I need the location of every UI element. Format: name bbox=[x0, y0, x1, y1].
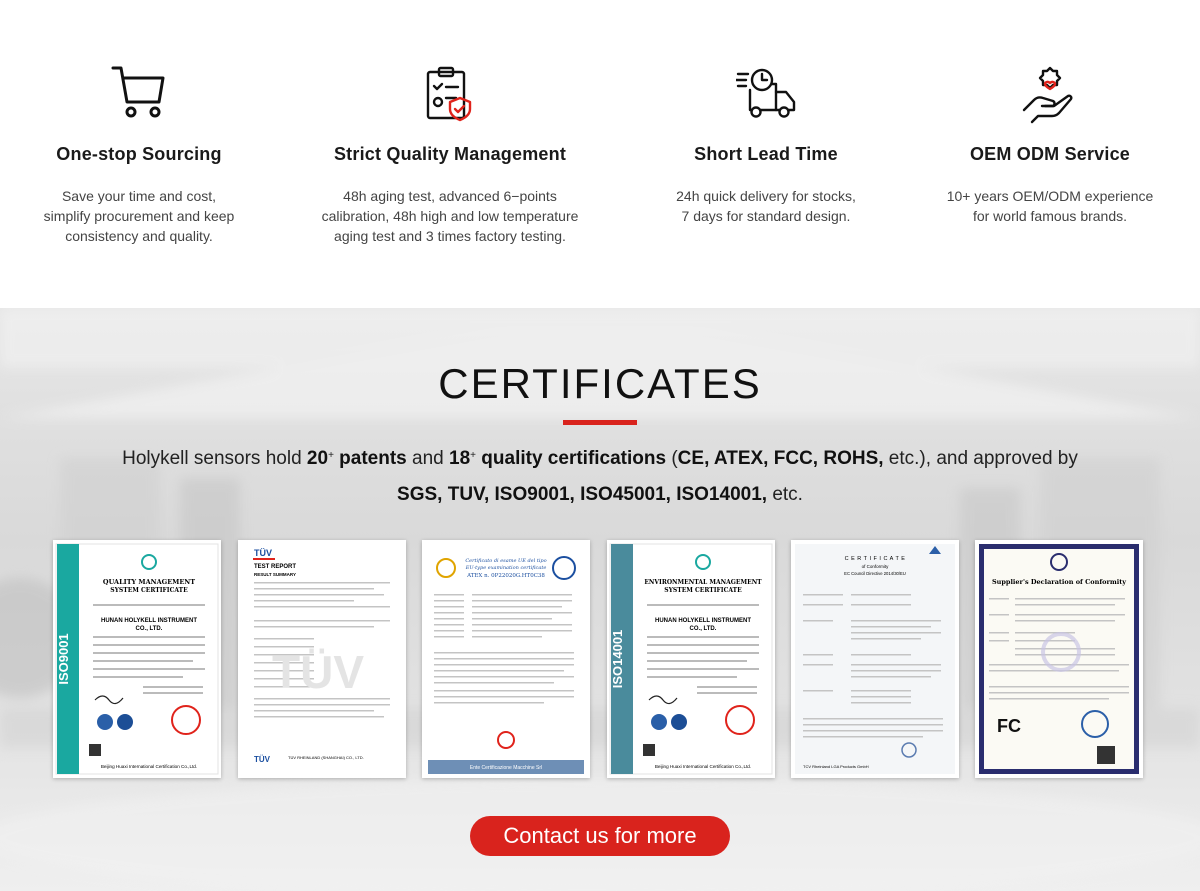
certificate-iso9001[interactable]: ISO9001 QUALITY MANAGEMENT SYSTEM CERTIF… bbox=[53, 540, 221, 778]
feature-line: aging test and 3 times factory testing. bbox=[334, 228, 566, 244]
iso14001-side-label: ISO14001 bbox=[610, 630, 625, 689]
cert-footer: Beijing Huaxi International Certificatio… bbox=[101, 764, 197, 769]
cert-heading: EU-type examination certificate bbox=[465, 565, 547, 571]
title-underline bbox=[563, 420, 637, 425]
feature-line: 10+ years OEM/ODM experience bbox=[946, 188, 1154, 204]
shopping-cart-icon bbox=[109, 64, 169, 124]
cert-heading: QUALITY MANAGEMENT bbox=[103, 578, 195, 586]
certificate-atex[interactable]: Certificato di esame UE del tipo EU-type… bbox=[422, 540, 590, 778]
cert-heading: C E R T I F I C A T E bbox=[845, 556, 906, 562]
feature-line: simplify procurement and keep bbox=[43, 208, 235, 224]
feature-line: 24h quick delivery for stocks, bbox=[676, 188, 856, 204]
feature-line: 7 days for standard design. bbox=[681, 208, 851, 224]
feature-line: 48h aging test, advanced 6−points bbox=[343, 188, 557, 204]
certificate-tuv-report[interactable]: TÜV TEST REPORT RESULT SUMMARY TÜV TÜV T… bbox=[238, 540, 406, 778]
iso9001-side-label: ISO9001 bbox=[56, 633, 71, 684]
cert-heading: Certificato di esame UE del tipo bbox=[465, 558, 546, 564]
tuv-logo: TÜV bbox=[254, 548, 272, 558]
feature-line: for world famous brands. bbox=[972, 208, 1128, 224]
cert-company: HUNAN HOLYKELL INSTRUMENT bbox=[101, 618, 197, 624]
cert-footer: Ente Certificazione Macchine Srl bbox=[470, 765, 542, 771]
hand-gear-icon bbox=[1020, 64, 1080, 124]
delivery-truck-icon bbox=[736, 64, 796, 124]
contact-us-button[interactable]: Contact us for more bbox=[470, 816, 730, 856]
fcc-logo: FC bbox=[997, 716, 1021, 736]
feature-title: OEM ODM Service bbox=[969, 144, 1131, 164]
cert-heading: EC Council Directive 2014/30/EU bbox=[844, 571, 906, 576]
cert-footer: TCV Rheinland LGA Products GmbH bbox=[803, 764, 869, 769]
certificates-description-line1: Holykell sensors hold 20+ patents and 18… bbox=[122, 448, 1078, 469]
feature-line: consistency and quality. bbox=[65, 228, 213, 244]
cert-heading: TEST REPORT bbox=[254, 564, 296, 570]
cert-company: HUNAN HOLYKELL INSTRUMENT bbox=[655, 618, 751, 624]
feature-description: 24h quick delivery for stocks, 7 days fo… bbox=[616, 186, 916, 226]
certificates-title: CERTIFICATES bbox=[438, 360, 762, 407]
feature-line: Save your time and cost, bbox=[61, 188, 217, 204]
certificate-supplier-declaration[interactable]: Supplier's Declaration of Conformity FC bbox=[975, 540, 1143, 778]
certificates-description-line2: SGS, TUV, ISO9001, ISO45001, ISO14001, e… bbox=[397, 484, 803, 505]
cert-heading: Supplier's Declaration of Conformity bbox=[992, 578, 1126, 586]
cert-company: CO., LTD. bbox=[136, 626, 163, 632]
tuv-watermark: TÜV bbox=[272, 646, 364, 698]
feature-description: 10+ years OEM/ODM experience for world f… bbox=[900, 186, 1200, 226]
certificate-ec-conformity[interactable]: C E R T I F I C A T E of Conformity EC C… bbox=[791, 540, 959, 778]
feature-description: 48h aging test, advanced 6−points calibr… bbox=[300, 186, 600, 246]
cert-heading: RESULT SUMMARY bbox=[254, 572, 296, 577]
feature-line: calibration, 48h high and low temperatur… bbox=[321, 208, 579, 224]
certificate-iso14001[interactable]: ISO14001 ENVIRONMENTAL MANAGEMENT SYSTEM… bbox=[607, 540, 775, 778]
cert-heading: ENVIRONMENTAL MANAGEMENT bbox=[644, 579, 762, 586]
cert-heading: ATEX n. 0P22020G.HT0C38 bbox=[466, 573, 545, 579]
cert-heading: SYSTEM CERTIFICATE bbox=[110, 587, 188, 594]
tuv-logo-footer: TÜV bbox=[254, 755, 271, 764]
features-section: One-stop Sourcing Save your time and cos… bbox=[0, 0, 1200, 308]
feature-description: Save your time and cost, simplify procur… bbox=[0, 186, 289, 246]
feature-title: Short Lead Time bbox=[694, 144, 838, 164]
clipboard-check-icon bbox=[420, 64, 480, 124]
cert-footer: Beijing Huaxi International Certificatio… bbox=[655, 764, 751, 769]
certificates-section: CERTIFICATES Holykell sensors hold 20+ p… bbox=[0, 308, 1200, 891]
cert-footer: TÜV RHEINLAND (SHANGHAI) CO., LTD. bbox=[288, 755, 364, 760]
cert-company: CO., LTD. bbox=[690, 626, 717, 632]
cert-heading: SYSTEM CERTIFICATE bbox=[664, 587, 742, 594]
feature-title: One-stop Sourcing bbox=[56, 144, 222, 164]
feature-title: Strict Quality Management bbox=[333, 144, 567, 164]
cert-heading: of Conformity bbox=[862, 564, 890, 569]
